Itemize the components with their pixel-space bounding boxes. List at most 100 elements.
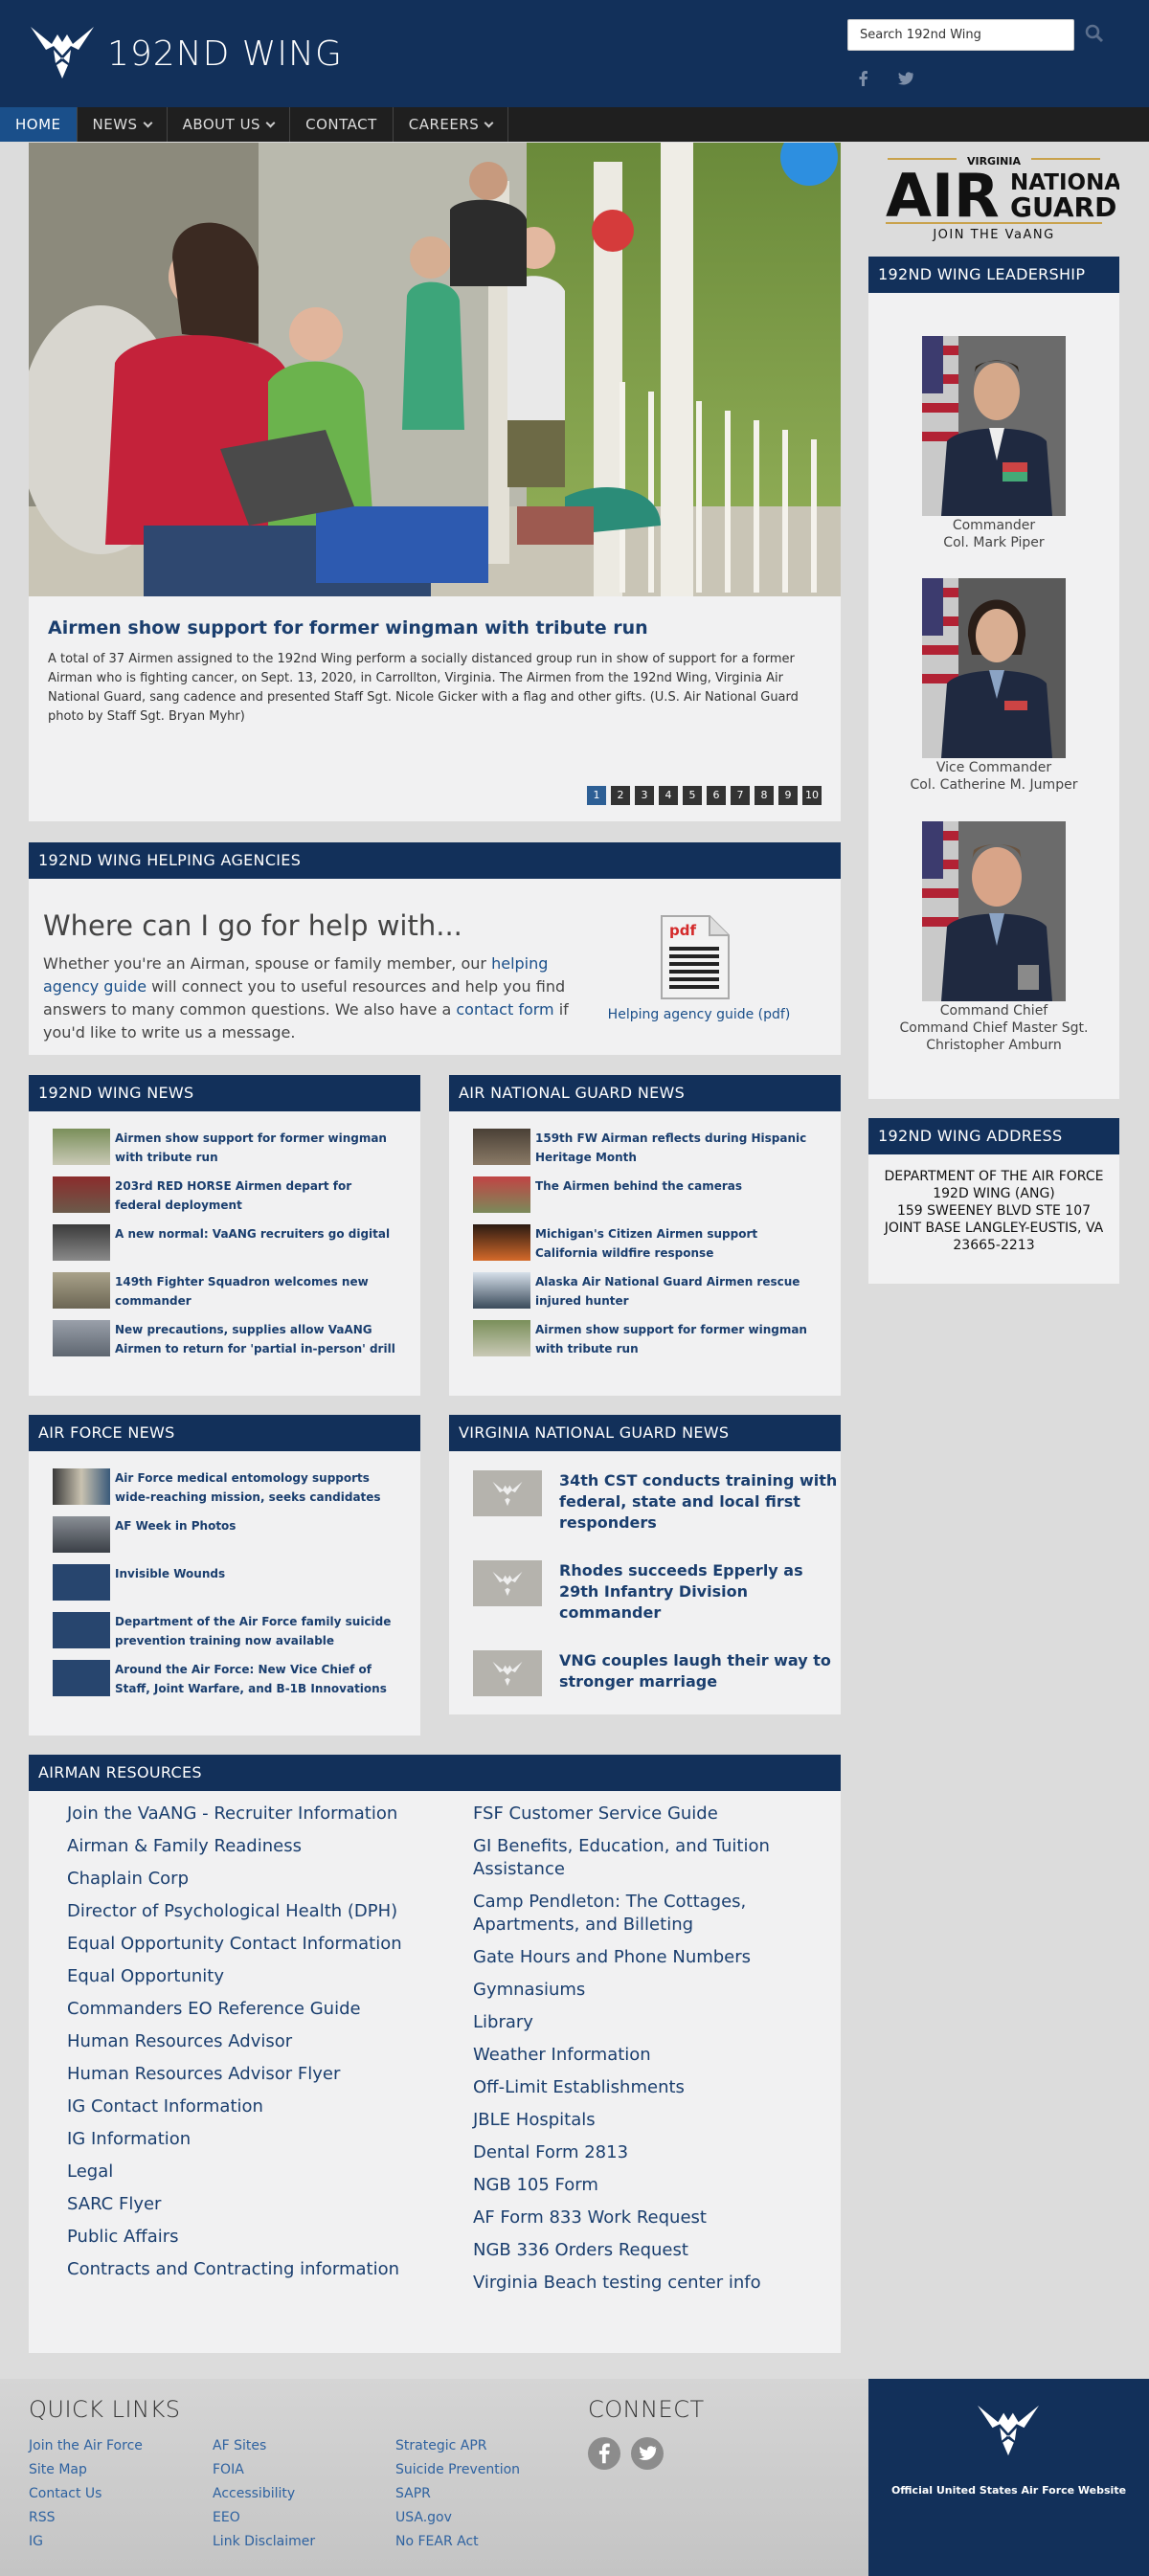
- news-thumbnail[interactable]: [473, 1560, 542, 1606]
- footer-link[interactable]: No FEAR Act: [395, 2530, 520, 2554]
- news-thumbnail[interactable]: [473, 1224, 530, 1261]
- footer-link[interactable]: Suicide Prevention: [395, 2458, 520, 2482]
- contact-form-link[interactable]: contact form: [456, 1000, 553, 1019]
- pager-button[interactable]: 6: [707, 786, 726, 805]
- news-thumbnail[interactable]: [53, 1176, 110, 1213]
- news-thumbnail[interactable]: [53, 1272, 110, 1309]
- ang-join-logo[interactable]: VIRGINIA AIR NATIONAL GUARD JOIN THE VaA…: [868, 153, 1136, 244]
- pdf-document-icon[interactable]: pdf: [656, 914, 732, 1002]
- resource-link[interactable]: Dental Form 2813: [473, 2141, 846, 2164]
- news-link[interactable]: Alaska Air National Guard Airmen rescue …: [535, 1272, 822, 1310]
- news-thumbnail[interactable]: [53, 1468, 110, 1505]
- news-link[interactable]: Michigan's Citizen Airmen support Califo…: [535, 1224, 822, 1263]
- news-link[interactable]: VNG couples laugh their way to stronger …: [559, 1650, 841, 1692]
- resource-link[interactable]: Weather Information: [473, 2044, 846, 2067]
- news-thumbnail[interactable]: [53, 1660, 110, 1696]
- footer-link[interactable]: FOIA: [213, 2458, 315, 2482]
- resource-link[interactable]: Human Resources Advisor: [67, 2030, 440, 2053]
- pager-button[interactable]: 2: [611, 786, 630, 805]
- command-chief-portrait[interactable]: [922, 821, 1066, 1001]
- resource-link[interactable]: Commanders EO Reference Guide: [67, 1998, 440, 2021]
- news-thumbnail[interactable]: [473, 1650, 542, 1696]
- af-website-label[interactable]: Official United States Air Force Website: [888, 2484, 1130, 2497]
- twitter-icon[interactable]: [896, 69, 915, 88]
- news-thumbnail[interactable]: [53, 1612, 110, 1648]
- resource-link[interactable]: FSF Customer Service Guide: [473, 1803, 846, 1826]
- news-link[interactable]: 203rd RED HORSE Airmen depart for federa…: [115, 1176, 401, 1215]
- footer-facebook-icon[interactable]: [588, 2437, 620, 2470]
- resource-link[interactable]: Chaplain Corp: [67, 1868, 440, 1891]
- news-thumbnail[interactable]: [473, 1272, 530, 1309]
- footer-link[interactable]: RSS: [29, 2506, 143, 2530]
- facebook-icon[interactable]: [854, 69, 873, 88]
- resource-link[interactable]: Library: [473, 2011, 846, 2034]
- resource-link[interactable]: IG Contact Information: [67, 2095, 440, 2118]
- vice-commander-portrait[interactable]: [922, 578, 1066, 758]
- pager-button[interactable]: 4: [659, 786, 678, 805]
- resource-link[interactable]: AF Form 833 Work Request: [473, 2206, 846, 2229]
- pager-button[interactable]: 8: [755, 786, 774, 805]
- nav-about-us[interactable]: ABOUT US: [168, 107, 291, 142]
- news-thumbnail[interactable]: [473, 1176, 530, 1213]
- footer-link[interactable]: Link Disclaimer: [213, 2530, 315, 2554]
- news-link[interactable]: Airmen show support for former wingman w…: [115, 1129, 401, 1167]
- pager-button[interactable]: 10: [802, 786, 822, 805]
- resource-link[interactable]: Equal Opportunity Contact Information: [67, 1933, 440, 1956]
- news-link[interactable]: Rhodes succeeds Epperly as 29th Infantry…: [559, 1560, 841, 1624]
- resource-link[interactable]: IG Information: [67, 2128, 440, 2151]
- news-link[interactable]: AF Week in Photos: [115, 1516, 236, 1535]
- resource-link[interactable]: Contracts and Contracting information: [67, 2258, 440, 2281]
- news-link[interactable]: New precautions, supplies allow VaANG Ai…: [115, 1320, 401, 1358]
- news-link[interactable]: Around the Air Force: New Vice Chief of …: [115, 1660, 401, 1698]
- leader-name[interactable]: Col. Catherine M. Jumper: [868, 776, 1119, 794]
- resource-link[interactable]: NGB 336 Orders Request: [473, 2239, 846, 2262]
- nav-news[interactable]: NEWS: [78, 107, 168, 142]
- nav-home[interactable]: HOME: [0, 107, 78, 142]
- news-thumbnail[interactable]: [53, 1516, 110, 1553]
- resource-link[interactable]: SARC Flyer: [67, 2193, 440, 2216]
- resource-link[interactable]: JBLE Hospitals: [473, 2109, 846, 2132]
- resource-link[interactable]: Equal Opportunity: [67, 1965, 440, 1988]
- news-link[interactable]: 159th FW Airman reflects during Hispanic…: [535, 1129, 822, 1167]
- footer-link[interactable]: Join the Air Force: [29, 2434, 143, 2458]
- pager-button[interactable]: 3: [635, 786, 654, 805]
- news-thumbnail[interactable]: [473, 1320, 530, 1356]
- news-link[interactable]: Air Force medical entomology supports wi…: [115, 1468, 401, 1507]
- footer-link[interactable]: Site Map: [29, 2458, 143, 2482]
- footer-link[interactable]: IG: [29, 2530, 143, 2554]
- resource-link[interactable]: Gate Hours and Phone Numbers: [473, 1946, 846, 1969]
- air-force-wing-logo-icon[interactable]: [29, 21, 96, 82]
- news-thumbnail[interactable]: [473, 1470, 542, 1516]
- footer-link[interactable]: AF Sites: [213, 2434, 315, 2458]
- hero-title-link[interactable]: Airmen show support for former wingman w…: [48, 617, 648, 638]
- footer-link[interactable]: Contact Us: [29, 2482, 143, 2506]
- site-title[interactable]: 192ND WING: [107, 34, 343, 74]
- hero-photo[interactable]: [29, 143, 841, 596]
- news-link[interactable]: Department of the Air Force family suici…: [115, 1612, 401, 1650]
- pager-button[interactable]: 1: [587, 786, 606, 805]
- news-link[interactable]: Invisible Wounds: [115, 1564, 225, 1583]
- search-input[interactable]: [847, 19, 1074, 51]
- leader-name[interactable]: Col. Mark Piper: [868, 534, 1119, 551]
- pager-button[interactable]: 7: [731, 786, 750, 805]
- af-website-block[interactable]: Official United States Air Force Website: [868, 2379, 1149, 2576]
- news-thumbnail[interactable]: [53, 1129, 110, 1165]
- footer-link[interactable]: Accessibility: [213, 2482, 315, 2506]
- resource-link[interactable]: Human Resources Advisor Flyer: [67, 2063, 440, 2086]
- resource-link[interactable]: Join the VaANG - Recruiter Information: [67, 1803, 440, 1826]
- resource-link[interactable]: Director of Psychological Health (DPH): [67, 1900, 440, 1923]
- resource-link[interactable]: Airman & Family Readiness: [67, 1835, 440, 1858]
- nav-careers[interactable]: CAREERS: [394, 107, 509, 142]
- nav-contact[interactable]: CONTACT: [290, 107, 394, 142]
- footer-link[interactable]: USA.gov: [395, 2506, 520, 2530]
- resource-link[interactable]: Virginia Beach testing center info: [473, 2272, 846, 2295]
- resource-link[interactable]: Gymnasiums: [473, 1979, 846, 2002]
- resource-link[interactable]: NGB 105 Form: [473, 2174, 846, 2197]
- news-thumbnail[interactable]: [53, 1564, 110, 1601]
- resource-link[interactable]: Off-Limit Establishments: [473, 2076, 846, 2099]
- news-link[interactable]: The Airmen behind the cameras: [535, 1176, 742, 1196]
- resource-link[interactable]: Camp Pendleton: The Cottages, Apartments…: [473, 1891, 846, 1937]
- footer-link[interactable]: SAPR: [395, 2482, 520, 2506]
- resource-link[interactable]: Public Affairs: [67, 2226, 440, 2249]
- news-thumbnail[interactable]: [53, 1320, 110, 1356]
